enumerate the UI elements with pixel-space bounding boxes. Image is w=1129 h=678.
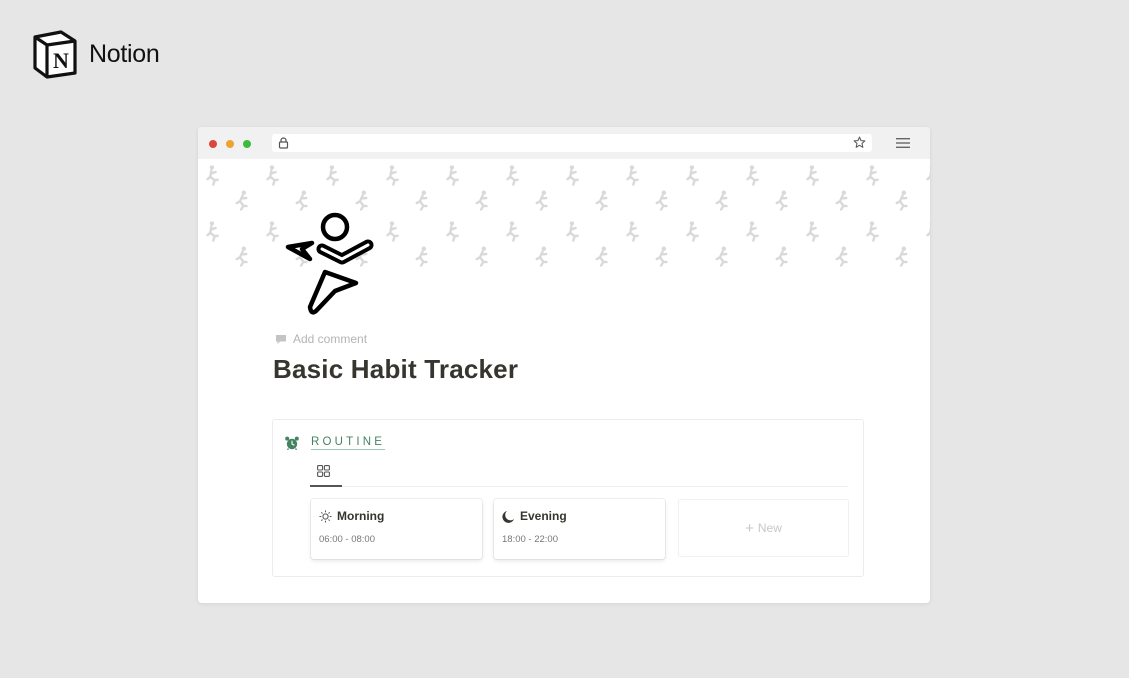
- page-title[interactable]: Basic Habit Tracker: [273, 354, 518, 385]
- plus-icon: +: [745, 519, 754, 537]
- database-view-tabs: [310, 460, 848, 487]
- star-icon[interactable]: [853, 136, 866, 149]
- close-window-button[interactable]: [209, 140, 217, 148]
- new-card-button[interactable]: + New: [678, 499, 849, 557]
- tab-gallery-view[interactable]: [310, 460, 342, 487]
- browser-window: Add comment Basic Habit Tracker ROUTINE: [198, 127, 930, 603]
- running-figure-icon[interactable]: [278, 207, 388, 317]
- comment-icon: [276, 334, 286, 344]
- gallery-grid-icon: [317, 465, 330, 477]
- gallery-card-evening[interactable]: Evening 18:00 - 22:00: [494, 499, 665, 559]
- browser-toolbar: [198, 127, 930, 159]
- notion-brand: N Notion: [31, 29, 160, 79]
- brand-name: Notion: [89, 39, 160, 68]
- svg-text:N: N: [53, 48, 69, 73]
- minimize-window-button[interactable]: [226, 140, 234, 148]
- add-comment-label: Add comment: [293, 332, 368, 346]
- database-header: ROUTINE: [285, 436, 386, 450]
- new-card-label: New: [757, 521, 782, 535]
- card-title: Morning: [319, 509, 384, 523]
- card-time: 06:00 - 08:00: [319, 534, 375, 545]
- lock-icon: [278, 137, 289, 149]
- card-time: 18:00 - 22:00: [502, 534, 558, 545]
- moon-icon: [502, 510, 514, 523]
- add-comment-button[interactable]: Add comment: [275, 332, 367, 346]
- card-title: Evening: [502, 509, 567, 523]
- database-title-link[interactable]: ROUTINE: [311, 436, 386, 450]
- card-title-text: Morning: [337, 509, 385, 523]
- maximize-window-button[interactable]: [243, 140, 251, 148]
- sun-icon: [319, 510, 332, 522]
- hamburger-menu-icon[interactable]: [896, 137, 910, 149]
- notion-logo-icon: N: [33, 30, 77, 79]
- routine-database: ROUTINE Morning 06:00 - 08:00 Evening 18…: [272, 419, 864, 577]
- address-bar[interactable]: [272, 134, 872, 152]
- card-title-text: Evening: [520, 509, 567, 523]
- gallery-card-morning[interactable]: Morning 06:00 - 08:00: [311, 499, 482, 559]
- alarm-clock-icon: [285, 436, 299, 450]
